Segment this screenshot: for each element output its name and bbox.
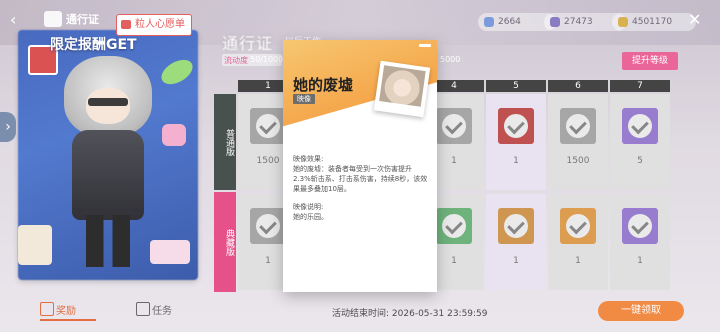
desc-heading: 映像说明: (293, 203, 324, 211)
item-description: 映像效果: 她的废墟：装备者每受到一次伤害提升2.3%斩击系、打击系伤害，持续8… (293, 154, 429, 222)
item-type-badge: 映像 (293, 94, 315, 104)
minimize-icon[interactable] (419, 44, 431, 47)
effect-text: 她的废墟：装备者每受到一次伤害提升2.3%斩击系、打击系伤害，持续8秒，该效果最… (293, 165, 428, 193)
effect-heading: 映像效果: (293, 155, 324, 163)
desc-text: 她的乐园。 (293, 213, 328, 221)
item-photo (373, 60, 431, 118)
item-detail-card[interactable]: 她的废墟 映像 映像效果: 她的废墟：装备者每受到一次伤害提升2.3%斩击系、打… (283, 40, 437, 292)
item-title: 她的废墟 (293, 76, 354, 94)
